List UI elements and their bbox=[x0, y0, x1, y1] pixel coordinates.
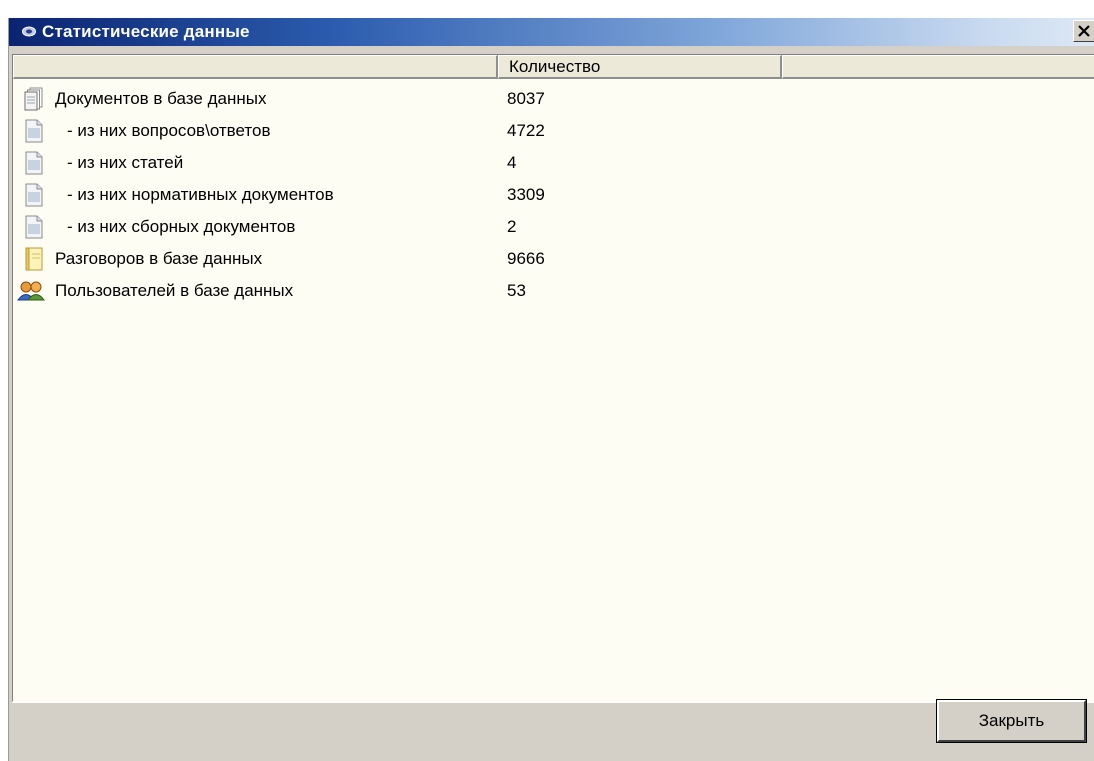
window-title: Статистические данные bbox=[42, 22, 250, 41]
row-label: Разговоров в базе данных bbox=[55, 249, 263, 268]
conversation-icon bbox=[25, 247, 43, 271]
document-icon bbox=[25, 215, 43, 239]
close-icon bbox=[1078, 25, 1090, 37]
row-value: 9666 bbox=[507, 249, 545, 268]
row-label: - из них сборных документов bbox=[67, 217, 296, 236]
column-header-empty[interactable] bbox=[782, 55, 1094, 79]
list-header: Количество bbox=[13, 55, 1094, 79]
row-value: 2 bbox=[507, 217, 517, 236]
statistics-dialog: Статистические данные Количество Докумен… bbox=[8, 18, 1094, 761]
document-stack-icon bbox=[24, 87, 43, 111]
users-icon bbox=[17, 281, 45, 301]
table-row[interactable]: - из них сборных документов 2 bbox=[13, 213, 1093, 245]
row-value: 4 bbox=[507, 153, 517, 172]
table-row[interactable]: - из них нормативных документов 3309 bbox=[13, 181, 1093, 213]
footer-divider bbox=[12, 702, 1094, 703]
row-value: 8037 bbox=[507, 89, 545, 108]
row-label: - из них нормативных документов bbox=[67, 185, 334, 204]
table-row[interactable]: - из них статей 4 bbox=[13, 149, 1093, 181]
row-label: Документов в базе данных bbox=[55, 89, 267, 108]
document-icon bbox=[25, 183, 43, 207]
document-icon bbox=[25, 151, 43, 175]
statistics-list[interactable]: Количество Документов в базе данных 8037 bbox=[12, 54, 1094, 702]
row-label: - из них статей bbox=[67, 153, 184, 172]
table-row[interactable]: Разговоров в базе данных 9666 bbox=[13, 245, 1093, 277]
close-window-button[interactable] bbox=[1073, 20, 1094, 42]
row-label: Пользователей в базе данных bbox=[55, 281, 294, 300]
table-row[interactable]: - из них вопросов\ответов 4722 bbox=[13, 117, 1093, 149]
title-bar[interactable]: Статистические данные bbox=[9, 18, 1094, 46]
document-icon bbox=[25, 119, 43, 143]
column-header-count[interactable]: Количество bbox=[498, 55, 782, 79]
column-header-name[interactable] bbox=[13, 55, 498, 79]
row-label: - из них вопросов\ответов bbox=[67, 121, 271, 140]
close-button[interactable]: Закрыть bbox=[936, 699, 1087, 743]
app-logo-icon bbox=[22, 26, 36, 37]
table-row[interactable]: Пользователей в базе данных 53 bbox=[13, 277, 1093, 309]
row-value: 53 bbox=[507, 281, 526, 300]
row-value: 3309 bbox=[507, 185, 545, 204]
table-row[interactable]: Документов в базе данных 8037 bbox=[13, 85, 1093, 117]
row-value: 4722 bbox=[507, 121, 545, 140]
